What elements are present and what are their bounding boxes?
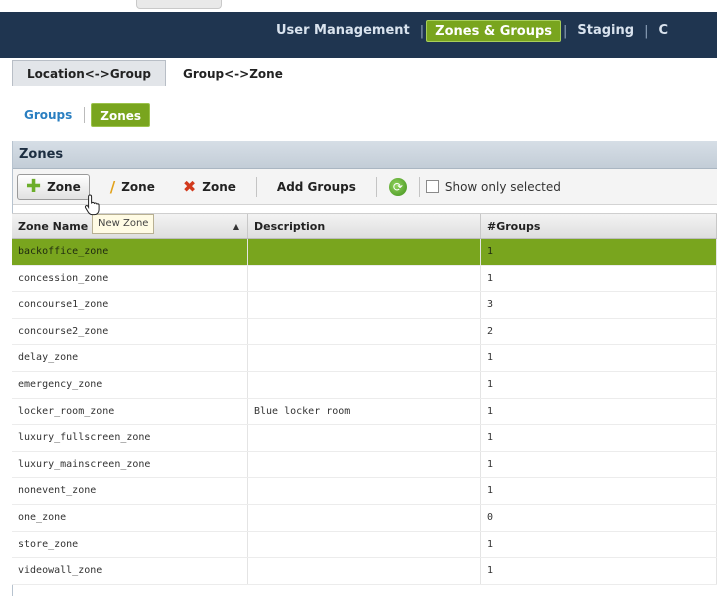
- description-cell: [248, 318, 481, 345]
- refresh-icon[interactable]: ⟳: [388, 177, 407, 196]
- table-row[interactable]: delay_zone 1: [12, 345, 717, 372]
- zone-name-cell: delay_zone: [12, 345, 248, 371]
- toolbar-separator: [375, 176, 377, 197]
- description-cell: [248, 478, 481, 504]
- groups-count-cell: 1: [481, 451, 717, 478]
- pencil-icon: /: [109, 177, 116, 196]
- app-header: User Management | Zones & Groups | Stagi…: [0, 12, 717, 86]
- description-cell: [248, 292, 481, 318]
- zone-name-cell: concourse2_zone: [12, 318, 248, 345]
- description-cell: Blue locker room: [248, 398, 481, 425]
- new-zone-tooltip: New Zone: [92, 214, 155, 234]
- top-navigation: User Management | Zones & Groups | Stagi…: [268, 20, 676, 42]
- table-row[interactable]: emergency_zone 1: [12, 371, 717, 399]
- zone-name-cell: luxury_fullscreen_zone: [12, 425, 248, 451]
- table-row[interactable]: store_zone 1: [12, 531, 717, 559]
- top-tab-stub[interactable]: [136, 0, 222, 9]
- show-only-selected-toggle[interactable]: Show only selected: [425, 179, 561, 194]
- table-row[interactable]: concession_zone 1: [12, 265, 717, 293]
- nav-separator: |: [419, 23, 425, 39]
- sub-tabs: Location<->Group Group<->Zone: [12, 60, 300, 86]
- groups-zones-toggle: Groups Zones: [18, 102, 151, 128]
- zone-name-cell: emergency_zone: [12, 371, 248, 398]
- table-row[interactable]: one_zone 0: [12, 504, 717, 532]
- table-row[interactable]: backoffice_zone 1: [12, 239, 717, 266]
- description-cell: [248, 504, 481, 531]
- groups-count-cell: 1: [481, 371, 717, 398]
- column-header-label: Zone Name: [18, 220, 89, 233]
- zones-button[interactable]: Zones: [91, 103, 151, 127]
- show-only-selected-label: Show only selected: [444, 179, 561, 194]
- description-cell: [248, 265, 481, 292]
- new-zone-button[interactable]: ✚ Zone: [17, 173, 90, 200]
- zone-name-cell: concession_zone: [12, 265, 248, 292]
- panel-title: Zones: [13, 141, 717, 169]
- zones-table: Zone Name ▲ Description #Groups backoffi…: [12, 213, 717, 585]
- groups-count-cell: 1: [481, 558, 717, 584]
- groups-link[interactable]: Groups: [18, 108, 78, 122]
- zones-toolbar: ✚ Zone / Zone ✖ Zone Add Groups ⟳ Show o…: [13, 169, 717, 205]
- nav-separator: |: [563, 23, 568, 39]
- groups-count-cell: 1: [481, 265, 717, 292]
- nav-staging[interactable]: Staging: [569, 20, 642, 42]
- show-only-selected-checkbox[interactable]: [425, 180, 439, 193]
- description-cell: [248, 451, 481, 478]
- delete-zone-label: Zone: [202, 179, 236, 194]
- groups-count-cell: 1: [481, 345, 717, 371]
- zone-name-cell: locker_room_zone: [12, 398, 248, 425]
- toggle-separator: [84, 107, 86, 123]
- table-row[interactable]: videowall_zone 1: [12, 558, 717, 585]
- groups-count-cell: 0: [481, 504, 717, 531]
- description-cell: [248, 425, 481, 451]
- description-cell: [248, 239, 481, 265]
- table-row[interactable]: luxury_mainscreen_zone 1: [12, 451, 717, 479]
- x-icon: ✖: [182, 177, 197, 196]
- top-strip: [0, 0, 717, 12]
- zone-name-cell: one_zone: [12, 504, 248, 531]
- zone-name-cell: store_zone: [12, 531, 248, 558]
- groups-count-cell: 2: [481, 318, 717, 345]
- nav-zones-groups[interactable]: Zones & Groups: [426, 20, 562, 42]
- delete-zone-button[interactable]: ✖ Zone: [175, 174, 244, 200]
- table-row[interactable]: luxury_fullscreen_zone 1: [12, 425, 717, 452]
- zone-name-cell: concourse1_zone: [12, 292, 248, 318]
- nav-separator: |: [644, 23, 649, 39]
- table-row[interactable]: concourse1_zone 3: [12, 292, 717, 319]
- description-cell: [248, 371, 481, 398]
- zone-name-cell: backoffice_zone: [12, 239, 248, 265]
- description-cell: [248, 345, 481, 371]
- groups-count-cell: 1: [481, 531, 717, 558]
- toolbar-separator: [255, 176, 257, 197]
- description-cell: [248, 531, 481, 558]
- new-zone-label: Zone: [47, 179, 81, 194]
- groups-count-cell: 1: [481, 239, 717, 265]
- table-row[interactable]: locker_room_zone Blue locker room 1: [12, 398, 717, 426]
- edit-zone-label: Zone: [121, 179, 155, 194]
- toolbar-separator: [418, 176, 420, 197]
- table-row[interactable]: concourse2_zone 2: [12, 318, 717, 346]
- edit-zone-button[interactable]: / Zone: [102, 174, 163, 200]
- zone-name-cell: nonevent_zone: [12, 478, 248, 504]
- sort-ascending-icon: ▲: [232, 222, 239, 231]
- nav-user-management[interactable]: User Management: [268, 20, 418, 42]
- column-header-groups[interactable]: #Groups: [481, 214, 717, 238]
- tab-group-zone[interactable]: Group<->Zone: [167, 60, 298, 86]
- column-header-description[interactable]: Description: [248, 214, 481, 238]
- groups-count-cell: 1: [481, 478, 717, 504]
- plus-icon: ✚: [26, 175, 42, 197]
- zone-name-cell: luxury_mainscreen_zone: [12, 451, 248, 478]
- tab-location-group[interactable]: Location<->Group: [12, 60, 166, 86]
- table-row[interactable]: nonevent_zone 1: [12, 478, 717, 505]
- zone-name-cell: videowall_zone: [12, 558, 248, 584]
- table-body: backoffice_zone 1 concession_zone 1 concours…: [12, 239, 717, 585]
- groups-count-cell: 3: [481, 292, 717, 318]
- description-cell: [248, 558, 481, 584]
- groups-count-cell: 1: [481, 398, 717, 425]
- hand-cursor-icon: [84, 194, 100, 216]
- add-groups-button[interactable]: Add Groups: [269, 174, 364, 200]
- groups-count-cell: 1: [481, 425, 717, 451]
- nav-truncated-item[interactable]: C: [650, 20, 676, 42]
